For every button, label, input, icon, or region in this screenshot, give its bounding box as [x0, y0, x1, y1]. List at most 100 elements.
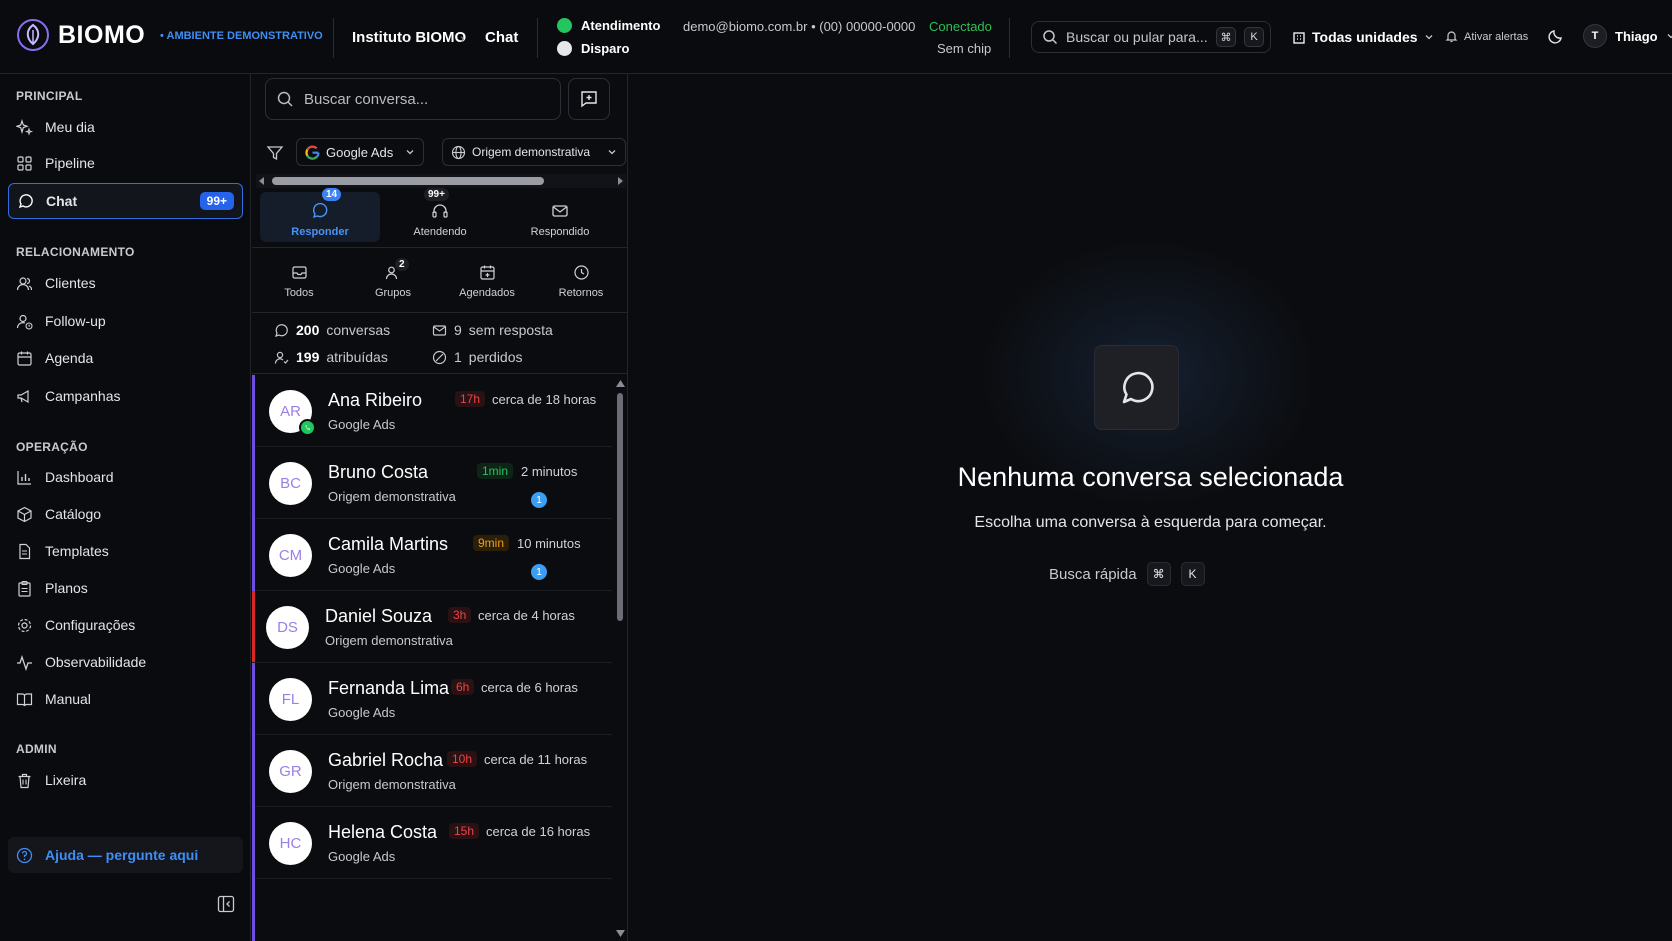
filter-button[interactable]: [266, 144, 284, 162]
shortcut-cmd: ⌘: [1216, 27, 1236, 47]
conversation-panel: Buscar conversa... Google Ads Origem dem…: [252, 74, 628, 941]
channel-label: Atendimento: [581, 18, 661, 33]
sidebar-item-configuracoes[interactable]: Configurações: [8, 607, 243, 643]
conversation-item[interactable]: HC Helena Costa Google Ads 15h cerca de 16 h…: [255, 807, 612, 879]
user-name: Thiago: [1615, 28, 1658, 44]
tab-badge: 14: [322, 188, 342, 201]
sidebar-item-clientes[interactable]: Clientes: [8, 265, 243, 301]
unread-count-badge: 1: [531, 492, 547, 508]
sidebar-item-label: Clientes: [45, 275, 96, 291]
biomo-logo-icon: [17, 19, 49, 51]
tab-grupos[interactable]: 2 Grupos: [346, 258, 440, 304]
unread-count-badge: 1: [531, 564, 547, 580]
channel-disparo[interactable]: Disparo: [557, 41, 629, 56]
stat-label: conversas: [326, 322, 391, 338]
sidebar-item-dashboard[interactable]: Dashboard: [8, 459, 243, 495]
new-conversation-button[interactable]: [568, 78, 610, 120]
conversation-item[interactable]: GR Gabriel Rocha Origem demonstrativa 10h ce…: [255, 735, 612, 807]
global-search[interactable]: Buscar ou pular para... ⌘ K: [1031, 21, 1271, 53]
last-message-time: 2 minutos: [521, 464, 578, 479]
conversation-item[interactable]: BC Bruno Costa Origem demonstrativa 1min 2 m…: [255, 447, 612, 519]
stat-value: 9: [454, 322, 462, 338]
empty-state-icon-box: [1094, 345, 1179, 430]
tab-todos[interactable]: Todos: [252, 264, 346, 304]
scrollbar-thumb[interactable]: [272, 177, 544, 185]
whatsapp-icon: [299, 419, 316, 436]
chevron-down-icon: [1667, 34, 1672, 39]
sidebar-item-chat[interactable]: Chat 99+: [8, 183, 243, 219]
tab-retornos[interactable]: Retornos: [534, 264, 628, 304]
waiting-time-badge: 15h: [449, 823, 480, 839]
alerts-toggle[interactable]: Ativar alertas: [1445, 30, 1528, 43]
contact-name: Daniel Souza: [325, 606, 433, 626]
channel-atendimento[interactable]: Atendimento: [557, 18, 660, 33]
brand-logo[interactable]: BIOMO: [16, 18, 145, 52]
sidebar-item-observabilidade[interactable]: Observabilidade: [8, 644, 243, 680]
divider: [333, 18, 334, 58]
users-icon: [16, 276, 33, 290]
units-dropdown[interactable]: Todas unidades: [1292, 29, 1434, 45]
last-message-time: cerca de 11 horas: [484, 752, 588, 767]
origin-filter-dropdown[interactable]: Origem demonstrativa: [442, 138, 626, 166]
tab-label: Agendados: [459, 287, 515, 299]
sidebar-item-label: Agenda: [45, 350, 94, 366]
empty-state-subtitle: Escolha uma conversa à esquerda para com…: [974, 514, 1327, 531]
sidebar-item-planos[interactable]: Planos: [8, 570, 243, 606]
conversation-search-input[interactable]: Buscar conversa...: [265, 78, 561, 120]
radio-selected-icon: [557, 18, 572, 33]
sidebar-item-templates[interactable]: Templates: [8, 533, 243, 569]
vertical-scrollbar[interactable]: [614, 375, 626, 941]
user-check-icon: [274, 351, 289, 364]
tab-agendados[interactable]: Agendados: [440, 264, 534, 304]
sidebar-item-label: Lixeira: [45, 772, 87, 788]
waiting-time-badge: 1min: [477, 463, 514, 479]
search-placeholder: Buscar conversa...: [304, 90, 429, 108]
sidebar-item-catalogo[interactable]: Catálogo: [8, 496, 243, 532]
tab-responder[interactable]: 14 Responder: [260, 188, 380, 242]
avatar: FL: [269, 678, 312, 721]
sidebar-item-meu-dia[interactable]: Meu dia: [8, 109, 243, 145]
stat-assigned: 199 atribuídas: [274, 349, 388, 365]
stat-conversations: 200 conversas: [274, 322, 390, 338]
megaphone-icon: [17, 389, 29, 403]
conversation-item[interactable]: FL Fernanda Lima Google Ads 6h cerca de 6 ho…: [255, 663, 612, 735]
theme-toggle[interactable]: [1548, 28, 1564, 44]
sidebar-item-agenda[interactable]: Agenda: [8, 340, 243, 376]
horizontal-scrollbar[interactable]: [256, 174, 626, 188]
conversation-item[interactable]: AR Ana Ribeiro Google Ads 17h cerca de 18 ho…: [255, 375, 612, 447]
chat-icon: [18, 193, 33, 208]
stat-value: 200: [296, 322, 320, 338]
tab-respondido[interactable]: Respondido: [500, 192, 620, 247]
user-menu[interactable]: T Thiago: [1583, 24, 1672, 48]
sidebar-collapse-icon: [217, 895, 235, 913]
sidebar-item-label: Templates: [45, 543, 109, 559]
source-filter-dropdown[interactable]: Google Ads: [296, 138, 425, 166]
avatar: CM: [269, 534, 312, 577]
sidebar-item-pipeline[interactable]: Pipeline: [8, 145, 243, 181]
breadcrumb-org[interactable]: Instituto BIOMO: [352, 29, 466, 46]
search-icon: [277, 91, 293, 107]
chevron-down-icon: [608, 150, 616, 155]
scrollbar-thumb[interactable]: [617, 393, 623, 621]
chip-status: Sem chip: [937, 41, 992, 56]
source-filter-value: Google Ads: [326, 144, 394, 160]
stat-label: perdidos: [468, 349, 523, 365]
sidebar-item-lixeira[interactable]: Lixeira: [8, 762, 243, 798]
sidebar-item-follow-up[interactable]: Follow-up: [8, 303, 243, 339]
contact-source: Origem demonstrativa: [328, 777, 456, 792]
contact-info: demo@biomo.com.br • (00) 00000-0000: [683, 19, 916, 34]
sidebar-item-campanhas[interactable]: Campanhas: [8, 378, 243, 414]
section-title: ADMIN: [16, 742, 57, 756]
help-button[interactable]: Ajuda — pergunte aqui: [8, 837, 243, 873]
quick-search-label: Busca rápida: [1049, 565, 1137, 583]
sidebar-item-label: Planos: [45, 580, 88, 596]
conversation-item[interactable]: DS Daniel Souza Origem demonstrativa 3h cerc…: [252, 591, 612, 663]
conversation-item[interactable]: CM Camila Martins Google Ads 9min 10 minutos…: [255, 519, 612, 591]
collapse-sidebar-button[interactable]: [217, 895, 235, 913]
secondary-tabs: Todos 2 Grupos Agendados Retornos: [252, 258, 628, 304]
tab-badge: 99+: [424, 188, 449, 201]
tab-atendendo[interactable]: 99+ Atendendo: [380, 188, 500, 247]
conversation-list: AR Ana Ribeiro Google Ads 17h cerca de 18 ho…: [252, 375, 612, 941]
sidebar-item-manual[interactable]: Manual: [8, 681, 243, 717]
global-search-placeholder: Buscar ou pular para...: [1066, 29, 1208, 45]
